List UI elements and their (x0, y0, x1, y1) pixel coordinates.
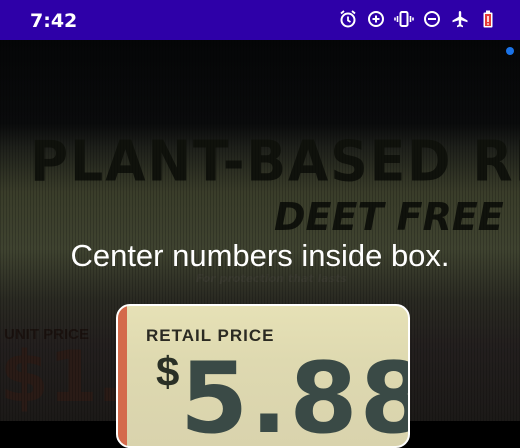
alarm-icon (338, 9, 358, 29)
indicator-dot (506, 47, 514, 55)
airplane-mode-icon (450, 9, 470, 29)
sign-text-line-1: PLANT-BASED RE (30, 129, 520, 195)
status-bar: 7:42 (0, 0, 520, 40)
data-saver-icon (366, 9, 386, 29)
scan-frame: RETAIL PRICE $ 5.88 (116, 304, 410, 448)
price-tag-dollar: $ (156, 348, 180, 395)
sign-text-line-2: DEET FREE (274, 195, 504, 239)
instruction-text: Center numbers inside box. (70, 238, 450, 273)
status-icons (338, 9, 498, 29)
vibrate-icon (394, 9, 414, 29)
price-tag-value: 5.88 (180, 342, 410, 448)
tag-red-edge (118, 306, 127, 446)
battery-low-icon (478, 9, 498, 29)
status-time: 7:42 (30, 10, 78, 32)
do-not-disturb-icon (422, 9, 442, 29)
